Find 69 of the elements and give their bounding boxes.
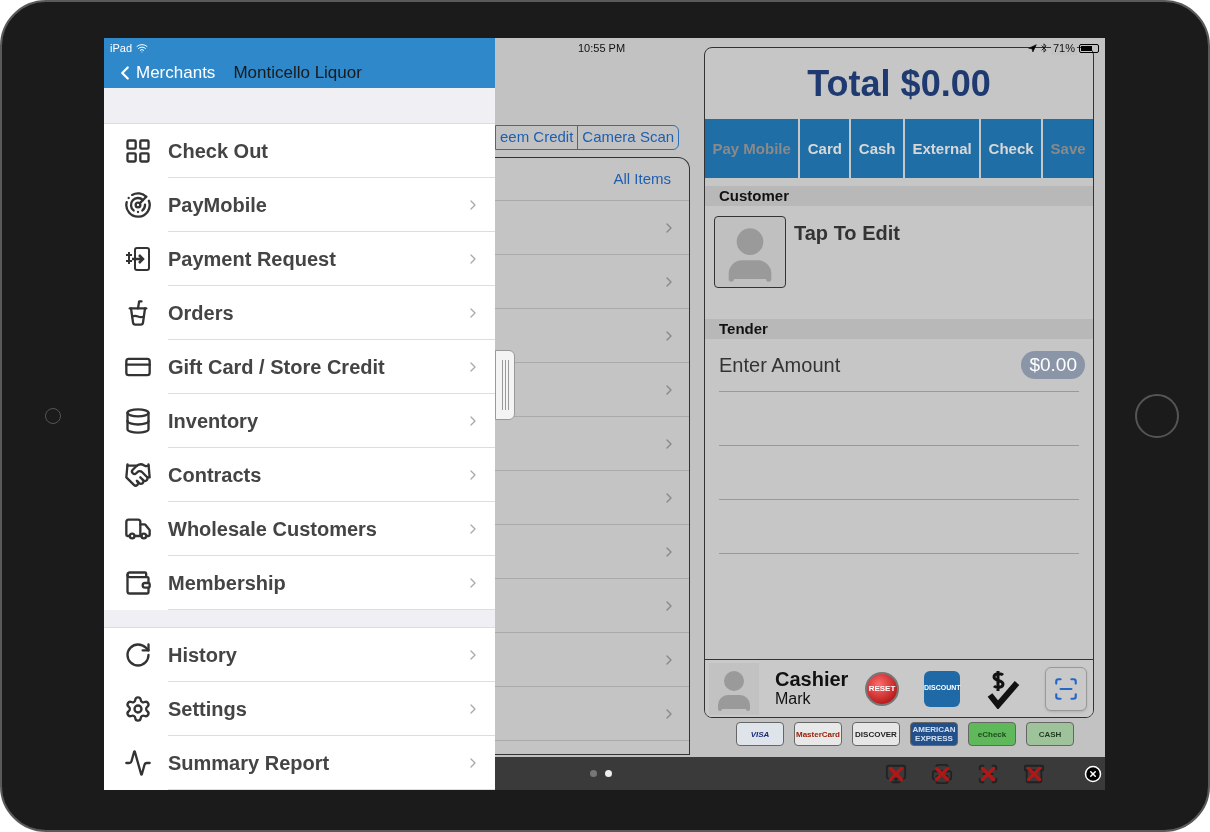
menu-item-label: Wholesale Customers xyxy=(168,516,378,542)
menu-item[interactable]: PayMobile xyxy=(104,178,495,232)
line-chart-icon xyxy=(124,749,152,777)
radar-icon xyxy=(124,191,152,219)
menu-item-label: Gift Card / Store Credit xyxy=(168,354,386,380)
section-header: Tender xyxy=(719,318,768,339)
menu-item-label: Contracts xyxy=(168,462,263,488)
total-amount: Total $0.00 xyxy=(807,61,991,106)
database-icon xyxy=(124,407,152,435)
settings-icon xyxy=(124,695,152,723)
dollar-phone-icon xyxy=(124,245,152,273)
barcode-button[interactable] xyxy=(1045,666,1087,711)
payment-button[interactable]: External xyxy=(905,119,980,178)
segment-tab[interactable]: Camera Scan xyxy=(577,126,679,149)
menu-item-label: Membership xyxy=(168,570,287,596)
payment-logo: AMERICAN EXPRESS xyxy=(910,722,958,746)
home-button[interactable] xyxy=(1134,394,1179,438)
payment-logo: DISCOVER xyxy=(852,722,900,746)
menu-item[interactable]: Orders xyxy=(104,286,495,340)
segment-tab[interactable]: eem Credit xyxy=(496,126,578,149)
payment-button[interactable]: Cash xyxy=(851,119,903,178)
section-header: Customer xyxy=(719,185,789,206)
grid-icon xyxy=(124,137,152,165)
menu-item[interactable]: Check Out xyxy=(104,124,495,178)
refresh-icon xyxy=(124,641,152,669)
menu-item[interactable]: History xyxy=(104,628,495,682)
dollar-check-icon[interactable] xyxy=(985,668,1020,709)
menu-item-label: Settings xyxy=(168,696,248,722)
drawer-handle[interactable] xyxy=(495,350,515,420)
back-button[interactable]: Merchants xyxy=(114,60,216,86)
menu-item[interactable]: Wholesale Customers xyxy=(104,502,495,556)
payment-logo: MasterCard xyxy=(794,722,842,746)
menu-item-label: PayMobile xyxy=(168,192,268,218)
menu-item[interactable]: Gift Card / Store Credit xyxy=(104,340,495,394)
menu-item[interactable]: Contracts xyxy=(104,448,495,502)
reset-button[interactable]: RESET xyxy=(865,671,899,706)
all-items-filter[interactable]: All Items xyxy=(613,167,671,191)
wallet-icon xyxy=(124,569,152,597)
menu-item-label: Inventory xyxy=(168,408,260,434)
customer-avatar[interactable] xyxy=(714,216,786,288)
payment-button[interactable]: Card xyxy=(800,119,850,178)
enter-amount-label: Enter Amount xyxy=(719,353,842,378)
payment-logo: VISA xyxy=(736,722,784,746)
printer-offline-icon[interactable] xyxy=(930,761,954,786)
menu-item[interactable]: Summary Report xyxy=(104,736,495,790)
menu-item[interactable]: Payment Request xyxy=(104,232,495,286)
close-icon[interactable] xyxy=(1084,764,1102,783)
cashier-title: Cashier xyxy=(775,668,850,689)
menu-item-label: Check Out xyxy=(168,138,270,164)
menu-item[interactable]: Membership xyxy=(104,556,495,610)
tap-to-edit-label[interactable]: Tap To Edit xyxy=(794,218,900,248)
payment-button[interactable]: Check xyxy=(981,119,1042,178)
wifi-icon xyxy=(136,42,149,54)
menu-item[interactable]: Settings xyxy=(104,682,495,736)
battery-percent: 71% xyxy=(1050,41,1077,55)
device-name: iPad xyxy=(110,40,133,56)
menu-item-label: Orders xyxy=(168,300,235,326)
menu-item-label: Summary Report xyxy=(168,750,331,776)
menu-item-label: Payment Request xyxy=(168,246,337,272)
payment-logo: CASH xyxy=(1026,722,1074,746)
cashier-name: Mark xyxy=(775,688,812,709)
merchant-name: Monticello Liquor xyxy=(233,62,362,85)
clock: 10:55 PM xyxy=(578,40,626,56)
menu-item-label: History xyxy=(168,642,238,668)
handshake-icon xyxy=(124,461,152,489)
location-icon xyxy=(1027,43,1037,53)
payment-logo: eCheck xyxy=(968,722,1016,746)
bluetooth-icon xyxy=(1038,43,1049,53)
menu-item[interactable]: Inventory xyxy=(104,394,495,448)
